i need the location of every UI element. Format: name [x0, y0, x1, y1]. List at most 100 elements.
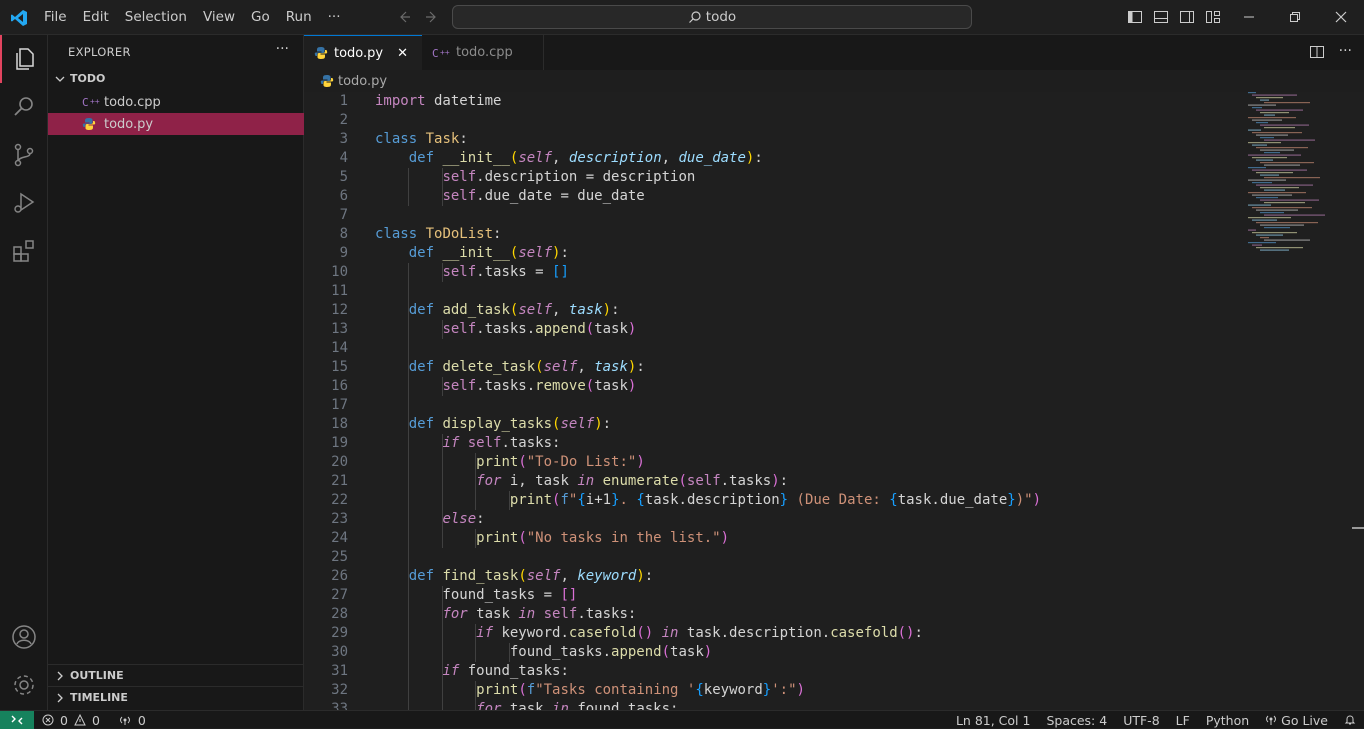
toggle-primary-sidebar-icon[interactable]	[1122, 0, 1148, 34]
back-arrow-icon[interactable]	[396, 9, 412, 25]
tab-todo-py[interactable]: todo.py ✕	[304, 35, 422, 70]
minimize-button[interactable]	[1226, 0, 1272, 34]
bell-icon[interactable]	[1344, 714, 1356, 726]
menu-more-icon[interactable]: ···	[320, 9, 349, 25]
restore-button[interactable]	[1272, 0, 1318, 34]
svg-text:C: C	[82, 96, 89, 108]
code-line[interactable]: 24 print("No tasks in the list.")	[304, 529, 729, 548]
cursor-position[interactable]: Ln 81, Col 1	[956, 713, 1031, 728]
code-line[interactable]: 8 class ToDoList:	[304, 225, 502, 244]
code-text: def find_task(self, keyword):	[408, 568, 654, 584]
code-line[interactable]: 9 def __init__(self):	[304, 244, 569, 263]
code-line[interactable]: 27 found_tasks = []	[304, 586, 577, 605]
timeline-section[interactable]: TIMELINE	[48, 686, 304, 708]
menu-item-file[interactable]: File	[36, 9, 75, 25]
code-line[interactable]: 31 if found_tasks:	[304, 662, 569, 681]
accounts-activity-button[interactable]	[0, 613, 48, 661]
code-line[interactable]: 23 else:	[304, 510, 485, 529]
menu-item-edit[interactable]: Edit	[75, 9, 117, 25]
code-text: print(f"Tasks containing '{keyword}':")	[476, 682, 805, 698]
code-line[interactable]: 30 found_tasks.append(task)	[304, 643, 712, 662]
customize-layout-icon[interactable]	[1200, 0, 1226, 34]
code-line[interactable]: 26 def find_task(self, keyword):	[304, 567, 653, 586]
breadcrumb-file[interactable]: todo.py	[338, 74, 387, 89]
code-line[interactable]: 32 print(f"Tasks containing '{keyword}':…	[304, 681, 805, 700]
code-line[interactable]: 22 print(f"{i+1}. {task.description} (Du…	[304, 491, 1041, 510]
code-line[interactable]: 13 self.tasks.append(task)	[304, 320, 636, 339]
code-line[interactable]: 12 def add_task(self, task):	[304, 301, 620, 320]
cpp-file-icon: C ++	[82, 96, 100, 108]
code-line[interactable]: 4 def __init__(self, description, due_da…	[304, 149, 763, 168]
encoding[interactable]: UTF-8	[1123, 713, 1159, 728]
minimap-line	[1264, 227, 1290, 229]
search-activity-button[interactable]	[0, 83, 48, 131]
close-window-button[interactable]	[1318, 0, 1364, 34]
menu-item-selection[interactable]: Selection	[117, 9, 195, 25]
toggle-secondary-sidebar-icon[interactable]	[1174, 0, 1200, 34]
language-mode[interactable]: Python	[1206, 713, 1249, 728]
code-line[interactable]: 28 for task in self.tasks:	[304, 605, 636, 624]
explorer-more-actions-icon[interactable]: ···	[276, 41, 289, 57]
code-line[interactable]: 16 self.tasks.remove(task)	[304, 377, 636, 396]
code-line[interactable]: 3 class Task:	[304, 130, 468, 149]
go-live-button[interactable]: Go Live	[1265, 713, 1328, 728]
code-line[interactable]: 5 self.description = description	[304, 168, 695, 187]
minimap-line	[1248, 217, 1291, 219]
nav-arrows	[396, 9, 440, 25]
minimap-line	[1252, 194, 1292, 196]
end-of-line[interactable]: LF	[1176, 713, 1190, 728]
timeline-label: TIMELINE	[70, 691, 128, 704]
minimap-line	[1264, 177, 1320, 179]
code-line[interactable]: 29 if keyword.casefold() in task.descrip…	[304, 624, 923, 643]
minimap[interactable]	[1248, 92, 1348, 262]
folder-todo[interactable]: TODO	[54, 72, 105, 85]
code-line[interactable]: 18 def display_tasks(self):	[304, 415, 611, 434]
code-line[interactable]: 2	[304, 111, 348, 130]
tab-todo-cpp[interactable]: C ++ todo.cpp	[422, 35, 544, 70]
code-line[interactable]: 17	[304, 396, 409, 415]
close-tab-icon[interactable]: ✕	[397, 46, 408, 61]
forward-arrow-icon[interactable]	[424, 9, 440, 25]
broadcast-icon	[1266, 715, 1277, 725]
command-center-search[interactable]: todo	[452, 5, 972, 29]
menu-item-go[interactable]: Go	[243, 9, 278, 25]
more-actions-icon[interactable]: ···	[1339, 44, 1352, 60]
minimap-line	[1248, 92, 1256, 94]
code-line[interactable]: 20 print("To-Do List:")	[304, 453, 645, 472]
problems-indicator[interactable]: 0 0 0	[42, 711, 146, 729]
breadcrumb: todo.py	[304, 70, 387, 92]
code-line[interactable]: 15 def delete_task(self, task):	[304, 358, 645, 377]
indentation[interactable]: Spaces: 4	[1046, 713, 1107, 728]
explorer-activity-button[interactable]	[0, 35, 48, 83]
menu-item-view[interactable]: View	[195, 9, 243, 25]
minimap-line	[1260, 249, 1289, 251]
code-line[interactable]: 25	[304, 548, 409, 567]
line-number: 9	[339, 245, 348, 261]
svg-text:++: ++	[90, 97, 100, 106]
scrollbar-marker[interactable]	[1352, 527, 1364, 529]
code-line[interactable]: 7	[304, 206, 348, 225]
toggle-panel-icon[interactable]	[1148, 0, 1174, 34]
manage-activity-button[interactable]	[0, 661, 48, 709]
code-line[interactable]: 6 self.due_date = due_date	[304, 187, 645, 206]
menu-item-run[interactable]: Run	[278, 9, 320, 25]
code-line[interactable]: 14	[304, 339, 409, 358]
line-number: 28	[331, 606, 348, 622]
outline-section[interactable]: OUTLINE	[48, 664, 304, 686]
remote-indicator[interactable]	[0, 711, 34, 729]
code-line[interactable]: 19 if self.tasks:	[304, 434, 560, 453]
extensions-activity-button[interactable]	[0, 227, 48, 275]
code-line[interactable]: 11	[304, 282, 409, 301]
file-item-todo-py[interactable]: todo.py	[48, 113, 304, 135]
run-debug-activity-button[interactable]	[0, 179, 48, 227]
code-editor[interactable]: 1 import datetime 2 3 class Task: 4 def __ini…	[304, 92, 1364, 710]
split-editor-icon[interactable]	[1309, 44, 1325, 60]
code-line[interactable]: 33 for task in found_tasks:	[304, 700, 678, 710]
line-number: 6	[339, 188, 348, 204]
code-line[interactable]: 1 import datetime	[304, 92, 502, 111]
code-line[interactable]: 10 self.tasks = []	[304, 263, 569, 282]
line-number: 12	[331, 302, 348, 318]
file-item-todo-cpp[interactable]: C ++ todo.cpp	[48, 91, 304, 113]
code-line[interactable]: 21 for i, task in enumerate(self.tasks):	[304, 472, 788, 491]
source-control-activity-button[interactable]	[0, 131, 48, 179]
